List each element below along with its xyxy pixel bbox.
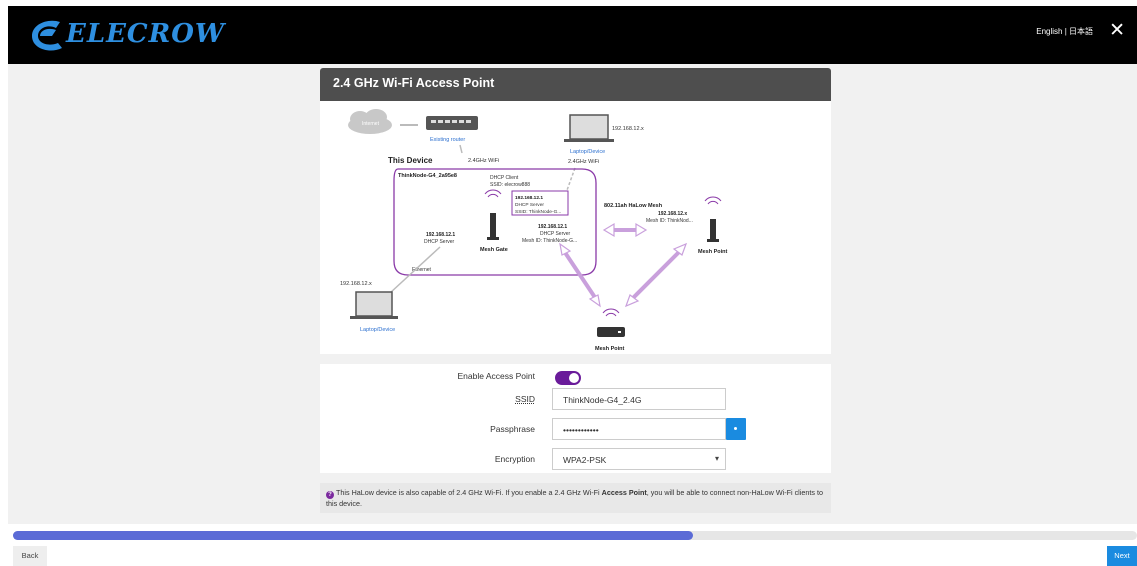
language-links[interactable]: English | 日本語 [1036, 26, 1093, 37]
encryption-value: WPA2-PSK [563, 455, 607, 465]
mesh-gate-label: Mesh Gate [480, 247, 508, 253]
question-icon: ? [326, 491, 334, 499]
network-diagram: Internet Existing router 2.4GHz WiFi 192… [320, 101, 831, 354]
passphrase-input[interactable]: •••••••••••• [552, 418, 726, 440]
enable-label: Enable Access Point [457, 371, 536, 381]
internet-label: Internet [362, 121, 380, 127]
reveal-password-button[interactable] [726, 418, 746, 440]
mesh-gate-icon [484, 189, 502, 240]
reveal-icon [734, 427, 737, 430]
bottom-laptop-icon [350, 291, 398, 319]
box-ssid-label: SSID: ThinkNode-G... [515, 209, 561, 215]
this-device-label: This Device [388, 156, 433, 165]
enable-access-point-toggle[interactable] [555, 371, 581, 385]
existing-router-label: Existing router [430, 137, 465, 143]
wifi-left-label: 2.4GHz WiFi [468, 158, 499, 164]
ssid-row: SSID ThinkNode-G4_2.4G [320, 388, 831, 410]
wifi-right-label: 2.4GHz WiFi [568, 159, 599, 165]
panel-header: 2.4 GHz Wi-Fi Access Point [320, 68, 831, 101]
passphrase-label: Passphrase [490, 424, 535, 434]
ssid-client-label: SSID: elecrow888 [490, 182, 530, 188]
top-laptop-label: Laptop/Device [570, 149, 605, 155]
mesh-point-right-icon [704, 196, 722, 242]
dhcp-client-label: DHCP Client [490, 175, 519, 181]
ssid-input[interactable]: ThinkNode-G4_2.4G [552, 388, 726, 410]
halow-label: 802.11ah HaLow Mesh [604, 203, 663, 209]
left-ip-label: 192.168.12.1 [426, 232, 455, 238]
bottom-laptop-ip: 192.168.12.x [340, 281, 372, 287]
internet-cloud-icon: Internet [348, 109, 392, 134]
mesh-server-ip-label: 192.168.12.1 [538, 224, 567, 230]
info-text-before: This HaLow device is also capable of 2.4… [336, 488, 602, 497]
mesh-point-bottom-label: Mesh Point [595, 346, 625, 352]
close-icon[interactable]: ✕ [1109, 21, 1125, 40]
bottom-laptop-label: Laptop/Device [360, 327, 395, 333]
encryption-row: Encryption WPA2-PSK ▾ [320, 448, 831, 470]
chevron-down-icon: ▾ [714, 454, 719, 463]
top-laptop-ip: 192.168.12.x [612, 126, 644, 132]
ssid-label: SSID [515, 394, 535, 404]
progress-fill [13, 531, 694, 540]
top-bar: ELECROW English | 日本語 ✕ [8, 6, 1137, 64]
encryption-select[interactable]: WPA2-PSK ▾ [552, 448, 726, 470]
box-ip-label: 192.168.12.1 [515, 195, 543, 201]
encryption-label: Encryption [494, 454, 535, 464]
toggle-knob [569, 373, 579, 383]
right-ip-label: 192.168.12.x [658, 211, 687, 217]
progress-bar [13, 531, 1137, 540]
device-name-label: ThinkNode-G4_2a95e8 [398, 173, 457, 179]
elecrow-logo: ELECROW [26, 14, 225, 54]
mesh-point-bottom-icon [597, 308, 625, 337]
existing-router-icon [426, 116, 478, 130]
info-note: ? This HaLow device is also capable of 2.… [320, 483, 831, 513]
back-button[interactable]: Back [13, 546, 47, 566]
right-mesh-id-label: Mesh ID: ThinkNod... [646, 218, 693, 224]
network-diagram-svg: Internet Existing router 2.4GHz WiFi 192… [340, 109, 728, 352]
enable-row: Enable Access Point [320, 368, 831, 388]
logo-text: ELECROW [66, 19, 226, 49]
mesh-server-dhcp-label: DHCP Server [540, 231, 571, 237]
next-button[interactable]: Next [1107, 546, 1137, 566]
box-dhcp-label: DHCP Server [515, 202, 544, 208]
mesh-server-id-label: Mesh ID: ThinkNode-G... [522, 238, 577, 244]
top-laptop-icon [564, 114, 614, 142]
page-title: 2.4 GHz Wi-Fi Access Point [333, 76, 495, 90]
info-text-bold: Access Point [601, 488, 647, 497]
passphrase-row: Passphrase •••••••••••• [320, 418, 831, 440]
access-point-form: Enable Access Point SSID ThinkNode-G4_2.… [320, 364, 831, 473]
left-dhcp-label: DHCP Server [424, 239, 455, 245]
mesh-point-right-label: Mesh Point [698, 249, 728, 255]
